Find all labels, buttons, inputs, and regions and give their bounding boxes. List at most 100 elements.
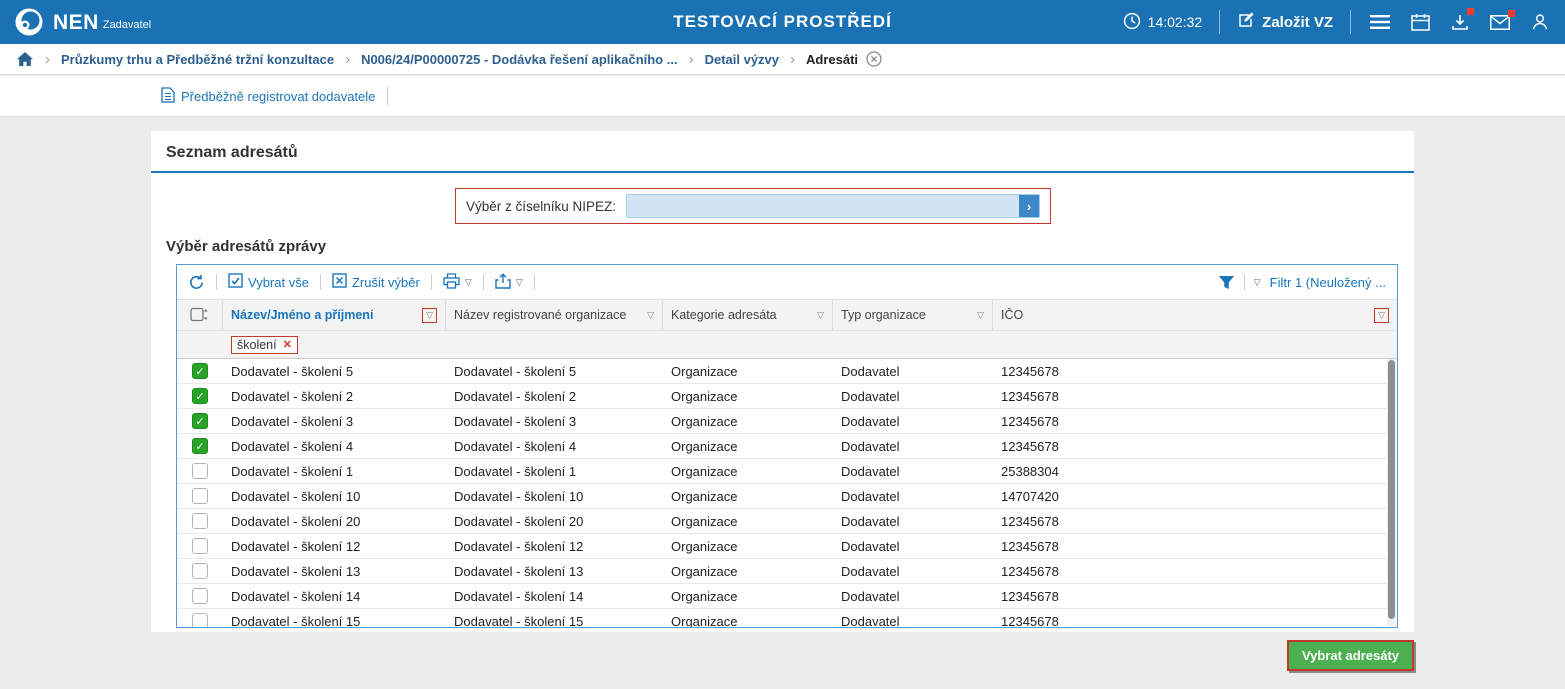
row-checkbox[interactable]: ✓ [192, 388, 208, 404]
row-checkbox[interactable] [192, 613, 208, 628]
create-vz-button[interactable]: Založit VZ [1237, 11, 1333, 33]
cell-name: Dodavatel - školení 14 [223, 589, 446, 604]
table-row[interactable]: ✓Dodavatel - školení 3Dodavatel - školen… [177, 409, 1397, 434]
cell-org: Dodavatel - školení 12 [446, 539, 663, 554]
header-name[interactable]: Název/Jméno a příjmení ▽ [223, 300, 446, 330]
topbar: TESTOVACÍ PROSTŘEDÍ NEN Zadavatel 14:02:… [0, 0, 1565, 44]
filter-chip[interactable]: školení ✕ [231, 336, 298, 354]
header-name-label[interactable]: Název/Jméno a příjmení [231, 308, 373, 322]
cell-type: Dodavatel [833, 539, 993, 554]
cell-type: Dodavatel [833, 439, 993, 454]
chevron-down-icon[interactable]: ▽ [465, 277, 472, 288]
print-button[interactable]: ▽ [443, 273, 472, 292]
cell-category: Organizace [663, 364, 833, 379]
create-vz-label: Založit VZ [1262, 14, 1333, 31]
table-row[interactable]: Dodavatel - školení 10Dodavatel - školen… [177, 484, 1397, 509]
row-checkbox[interactable] [192, 463, 208, 479]
filter-button[interactable] [1218, 275, 1235, 290]
header-type-label[interactable]: Typ organizace [841, 308, 926, 322]
header-type[interactable]: Typ organizace ▽ [833, 300, 993, 330]
header-category-label[interactable]: Kategorie adresáta [671, 308, 777, 322]
clear-selection-button[interactable]: Zrušit výběr [332, 273, 420, 291]
header-ico[interactable]: IČO ▽ [993, 300, 1397, 330]
column-filter-icon[interactable]: ▽ [426, 311, 433, 320]
table-row[interactable]: ✓Dodavatel - školení 5Dodavatel - školen… [177, 359, 1397, 384]
row-select-cell: ✓ [177, 438, 223, 454]
breadcrumb-item-detail-vyzvy[interactable]: Detail výzvy [705, 52, 779, 67]
refresh-button[interactable] [188, 274, 205, 291]
row-select-cell [177, 513, 223, 529]
select-recipients-button[interactable]: Vybrat adresáty [1287, 640, 1414, 671]
header-ico-label[interactable]: IČO [1001, 308, 1023, 322]
column-filter-icon[interactable]: ▽ [647, 311, 654, 320]
table-row[interactable]: ✓Dodavatel - školení 2Dodavatel - školen… [177, 384, 1397, 409]
notification-badge [1508, 10, 1515, 17]
cell-category: Organizace [663, 464, 833, 479]
header-category[interactable]: Kategorie adresáta ▽ [663, 300, 833, 330]
row-checkbox[interactable]: ✓ [192, 413, 208, 429]
header-selection-column[interactable] [177, 300, 223, 330]
chevron-down-icon[interactable]: ▽ [1254, 277, 1261, 288]
close-tab-icon[interactable] [866, 51, 882, 67]
row-checkbox[interactable] [192, 588, 208, 604]
select-all-button[interactable]: Vybrat vše [228, 273, 309, 291]
table-row[interactable]: Dodavatel - školení 14Dodavatel - školen… [177, 584, 1397, 609]
downloads-button[interactable] [1449, 11, 1471, 33]
export-button[interactable]: ▽ [495, 273, 523, 292]
row-select-cell [177, 613, 223, 628]
breadcrumb-item-pruzkumy[interactable]: Průzkumy trhu a Předběžné tržní konzulta… [61, 52, 334, 67]
row-select-cell [177, 463, 223, 479]
calendar-button[interactable] [1409, 11, 1432, 33]
grid-toolbar: Vybrat vše Zrušit výběr ▽ [177, 265, 1397, 299]
nen-logo-icon[interactable] [14, 7, 44, 37]
filter-cell-name: školení ✕ [223, 336, 446, 354]
nipez-picker: Výběr z číselníku NIPEZ: › [455, 188, 1051, 224]
profile-button[interactable] [1529, 11, 1551, 33]
preregister-supplier-button[interactable]: Předběžně registrovat dodavatele [161, 87, 375, 106]
home-icon[interactable] [16, 51, 34, 67]
scrollbar-thumb[interactable] [1388, 360, 1395, 619]
table-row[interactable]: Dodavatel - školení 15Dodavatel - školen… [177, 609, 1397, 628]
clear-selection-label: Zrušit výběr [352, 275, 420, 290]
cell-name: Dodavatel - školení 15 [223, 614, 446, 629]
column-filter-icon[interactable]: ▽ [817, 311, 824, 320]
cell-ico: 25388304 [993, 464, 1397, 479]
remove-filter-icon[interactable]: ✕ [283, 338, 292, 351]
row-checkbox[interactable] [192, 513, 208, 529]
clock-icon [1123, 12, 1141, 33]
row-checkbox[interactable] [192, 538, 208, 554]
column-filter-icon[interactable]: ▽ [1378, 311, 1385, 320]
cell-org: Dodavatel - školení 20 [446, 514, 663, 529]
table-row[interactable]: Dodavatel - školení 12Dodavatel - školen… [177, 534, 1397, 559]
menu-button[interactable] [1368, 12, 1392, 32]
row-select-cell [177, 588, 223, 604]
row-checkbox[interactable] [192, 488, 208, 504]
nipez-label: Výběr z číselníku NIPEZ: [466, 199, 616, 214]
messages-button[interactable] [1488, 13, 1512, 32]
cell-type: Dodavatel [833, 514, 993, 529]
breadcrumb-item-zakazka[interactable]: N006/24/P00000725 - Dodávka řešení aplik… [361, 52, 678, 67]
table-row[interactable]: Dodavatel - školení 13Dodavatel - školen… [177, 559, 1397, 584]
column-filter-icon[interactable]: ▽ [977, 311, 984, 320]
cell-ico: 12345678 [993, 514, 1397, 529]
toolbar-divider [431, 274, 432, 290]
toolbar-divider [483, 274, 484, 290]
row-checkbox[interactable] [192, 563, 208, 579]
table-row[interactable]: Dodavatel - školení 1Dodavatel - školení… [177, 459, 1397, 484]
row-checkbox[interactable]: ✓ [192, 438, 208, 454]
cell-org: Dodavatel - školení 10 [446, 489, 663, 504]
chevron-down-icon[interactable]: ▽ [516, 277, 523, 288]
active-filter-label[interactable]: Filtr 1 (Neuložený ... [1270, 275, 1386, 290]
table-body: ✓Dodavatel - školení 5Dodavatel - školen… [177, 359, 1397, 628]
cell-org: Dodavatel - školení 15 [446, 614, 663, 629]
table-row[interactable]: Dodavatel - školení 20Dodavatel - školen… [177, 509, 1397, 534]
nipez-input[interactable]: › [626, 194, 1040, 218]
row-checkbox[interactable]: ✓ [192, 363, 208, 379]
nipez-open-button[interactable]: › [1019, 195, 1039, 217]
table-scrollbar[interactable] [1387, 359, 1396, 626]
cell-type: Dodavatel [833, 564, 993, 579]
cell-org: Dodavatel - školení 13 [446, 564, 663, 579]
header-org[interactable]: Název registrované organizace ▽ [446, 300, 663, 330]
table-row[interactable]: ✓Dodavatel - školení 4Dodavatel - školen… [177, 434, 1397, 459]
header-org-label[interactable]: Název registrované organizace [454, 308, 626, 322]
